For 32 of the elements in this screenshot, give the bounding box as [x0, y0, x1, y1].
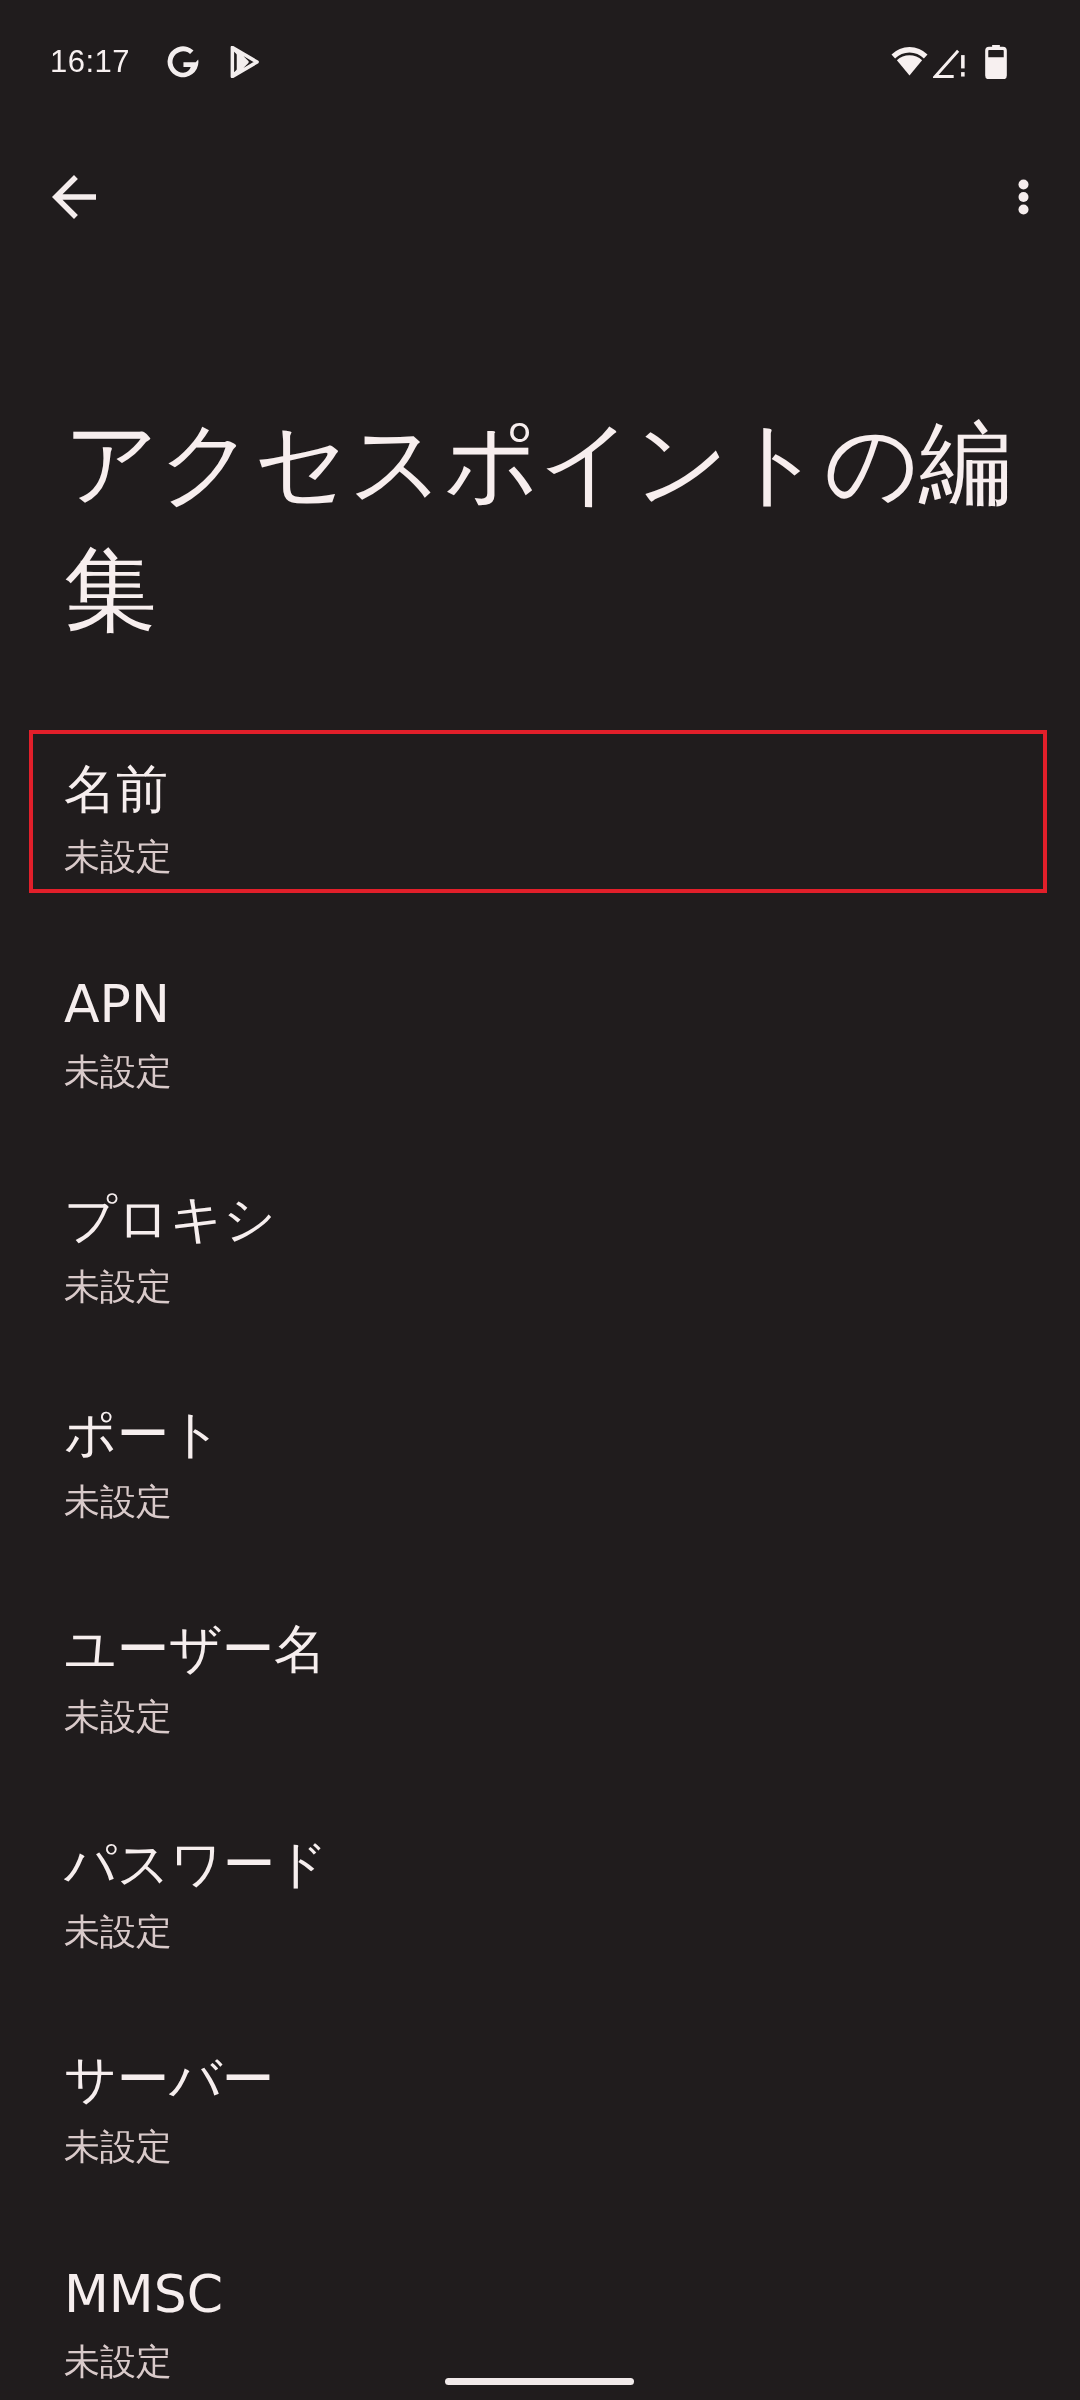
- setting-summary: 未設定: [64, 1480, 172, 1524]
- setting-item[interactable]: APN 未設定: [29, 945, 1047, 1108]
- setting-title: パスワード: [64, 1833, 328, 1896]
- setting-item[interactable]: ポート 未設定: [29, 1375, 1047, 1538]
- setting-title: ユーザー名: [64, 1618, 326, 1681]
- status-time: 16:17: [50, 44, 131, 80]
- setting-item[interactable]: プロキシ 未設定: [29, 1160, 1047, 1323]
- battery-icon: [985, 45, 1007, 79]
- setting-item[interactable]: サーバー 未設定: [29, 2020, 1047, 2183]
- setting-summary: 未設定: [64, 1910, 172, 1954]
- setting-title: MMSC: [64, 2263, 224, 2326]
- play-triangle-icon: [229, 46, 260, 78]
- setting-summary: 未設定: [64, 2125, 172, 2169]
- back-arrow-icon: [52, 175, 96, 219]
- setting-summary: 未設定: [64, 1265, 172, 1309]
- setting-title: サーバー: [64, 2048, 274, 2111]
- setting-item[interactable]: パスワード 未設定: [29, 1805, 1047, 1968]
- setting-summary: 未設定: [64, 835, 172, 879]
- gesture-handle[interactable]: [445, 2378, 634, 2385]
- page-title: アクセスポイントの編集: [64, 408, 1013, 646]
- setting-item[interactable]: 名前 未設定: [29, 730, 1047, 893]
- setting-summary: 未設定: [64, 1695, 172, 1739]
- setting-title: 名前: [64, 758, 168, 821]
- setting-summary: 未設定: [64, 2340, 172, 2384]
- setting-summary: 未設定: [64, 1050, 172, 1094]
- wifi-icon: [890, 46, 929, 78]
- setting-item[interactable]: ユーザー名 未設定: [29, 1590, 1047, 1753]
- setting-title: APN: [64, 973, 170, 1036]
- more-options-icon: [1017, 179, 1030, 215]
- setting-title: プロキシ: [64, 1188, 276, 1251]
- setting-item[interactable]: MMSC 未設定: [29, 2235, 1047, 2398]
- setting-title: ポート: [64, 1403, 222, 1466]
